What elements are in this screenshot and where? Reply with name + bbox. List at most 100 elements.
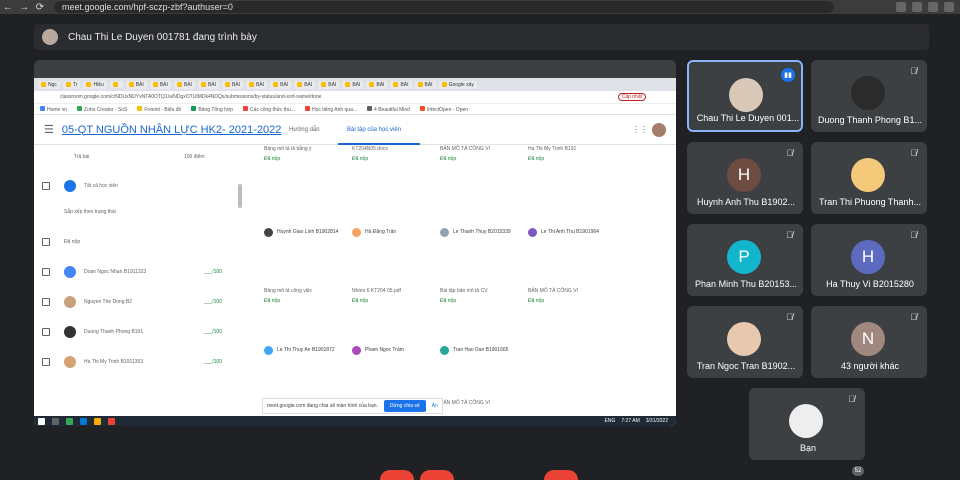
inner-tab bbox=[109, 81, 123, 88]
inner-tab-label: Ngc bbox=[48, 81, 57, 88]
bookmark-label: Freeint - Biểu đồ bbox=[144, 106, 182, 113]
bookmark-item: Home vn bbox=[40, 105, 67, 113]
submission-status: Đã nộp bbox=[528, 156, 545, 162]
inner-tab-label: BÀI bbox=[400, 81, 409, 88]
tab-favicon-icon bbox=[112, 82, 118, 87]
inner-tab: BÀI bbox=[197, 80, 219, 89]
course-title: 05-QT NGUỒN NHÂN LỰC HK2- 2021-2022 bbox=[61, 123, 282, 136]
submission-file: BẢN MÔ TẢ CÔNG VI bbox=[440, 400, 490, 406]
submission-status: Đã nộp bbox=[352, 156, 369, 162]
bookmark-label: Học tiếng Anh qua... bbox=[312, 106, 358, 113]
bookmark-icon bbox=[40, 105, 45, 111]
leave-call-button[interactable] bbox=[544, 470, 578, 480]
bookmark-icon bbox=[137, 105, 143, 111]
tab-favicon-icon bbox=[297, 82, 303, 87]
group-icon bbox=[64, 180, 76, 192]
student-name: Nguyen The Dong B2 bbox=[84, 299, 132, 305]
camera-button[interactable] bbox=[420, 470, 454, 480]
participant-avatar: P bbox=[727, 240, 761, 274]
student-row: Ha Thi My Trinh B1911353 ___/100 bbox=[42, 356, 222, 368]
mic-off-icon: 🎙̸ bbox=[848, 394, 855, 404]
bookmark-label: InfectOpen - Open bbox=[426, 106, 469, 113]
mic-off-icon: 🎙̸ bbox=[910, 66, 917, 76]
tab-favicon-icon bbox=[65, 82, 71, 87]
submission-file: BẢN MÔ TẢ CÔNG VI bbox=[440, 146, 490, 152]
participant-avatar: H bbox=[851, 240, 885, 274]
participant-name: Tran Thi Phuong Thanh... bbox=[819, 197, 921, 207]
participant-tile: P 🎙̸ Phan Minh Thu B20153... bbox=[687, 224, 803, 296]
tab-favicon-icon bbox=[128, 82, 134, 87]
bookmark-icon bbox=[77, 105, 83, 111]
stop-sharing-button: Dừng chia sẻ bbox=[383, 400, 426, 412]
taskbar-date: 3/31/2022 bbox=[645, 418, 668, 424]
back-button[interactable]: ← bbox=[0, 2, 16, 13]
inner-tab: Tr bbox=[62, 80, 81, 89]
address-bar[interactable]: meet.google.com/hpf-sczp-zbf?authuser=0 bbox=[54, 1, 834, 13]
bookmark-icon bbox=[242, 105, 248, 111]
student-row: Duong Thanh Phong B191 ___/100 bbox=[42, 326, 222, 338]
submission-file: Bảng mô tả công việc bbox=[264, 288, 313, 294]
inner-tab: BÀI bbox=[125, 80, 147, 89]
submission-status: Đã nộp bbox=[264, 298, 281, 304]
inner-tab-label: Tr bbox=[72, 81, 78, 88]
student-card-name: Le Thanh Thuy B2015339 bbox=[453, 229, 511, 235]
all-students-label: Tất cả học viên bbox=[84, 183, 118, 189]
participant-avatar bbox=[789, 404, 823, 438]
bookmark-item: 4 Beautiful Mind bbox=[367, 105, 410, 113]
participant-name: Tran Ngoc Tran B1902... bbox=[696, 361, 796, 371]
tab-student-work: Bài tập của học viên bbox=[347, 127, 402, 133]
tab-favicon-icon bbox=[86, 82, 92, 87]
inner-tab: BÀI bbox=[149, 80, 171, 89]
profile-icon[interactable] bbox=[944, 2, 954, 12]
participant-name: Ha Thuy Vi B2015280 bbox=[826, 279, 914, 289]
shared-screen: Ngc Tr Hiệu BÀI BÀI BÀI BÀI BÀI BÀI BÀI BÀI BÀI BÀI B… bbox=[34, 60, 676, 426]
student-avatar bbox=[264, 346, 273, 355]
participant-name: Duong Thanh Phong B1... bbox=[818, 115, 922, 125]
search-icon bbox=[52, 417, 59, 425]
taskbar-time: 7:27 AM bbox=[621, 418, 640, 424]
student-grade: ___/100 bbox=[203, 269, 222, 275]
inner-tab-label: BÀI bbox=[232, 81, 241, 88]
student-card-name: Pham Ngoc Trâm bbox=[365, 347, 404, 353]
inner-tab-label: Google xây bbox=[448, 81, 474, 88]
explorer-icon bbox=[94, 417, 101, 425]
inner-tab-label: BÀI bbox=[256, 81, 265, 88]
student-card-name: Hà Đăng Trân bbox=[365, 229, 397, 235]
hide-button: Ẩn bbox=[431, 403, 438, 409]
student-card-header: Pham Ngoc Trâm bbox=[352, 346, 432, 355]
participant-name: Bạn bbox=[799, 443, 816, 453]
student-panel: Trả bài 100 điểm Tất cả học viên Sắp xếp… bbox=[34, 146, 242, 426]
participant-avatar: N bbox=[851, 322, 885, 356]
presenter-label: Chau Thi Le Duyen 001781 đang trình bày bbox=[68, 31, 257, 43]
inner-tab: BÀI bbox=[390, 80, 412, 89]
reload-button[interactable]: ⟳ bbox=[32, 2, 48, 13]
inner-tab-label: BÀI bbox=[207, 81, 216, 88]
student-card-header: Le Thi Anh Thu B1901964 bbox=[528, 228, 608, 237]
tab-favicon-icon bbox=[41, 82, 46, 87]
bookmarks-bar: Home vn Zoho Creator - SoS Freeint - Biểu … bbox=[34, 104, 676, 115]
student-avatar bbox=[64, 266, 76, 278]
tab-favicon-icon bbox=[441, 82, 447, 87]
extensions-icon[interactable] bbox=[928, 2, 938, 12]
checkbox-icon bbox=[42, 358, 50, 366]
inner-tab: BÀI bbox=[246, 80, 268, 89]
points-select: 100 điểm bbox=[184, 154, 205, 160]
tab-favicon-icon bbox=[200, 82, 206, 87]
forward-button[interactable]: → bbox=[16, 2, 32, 13]
mic-button[interactable] bbox=[380, 470, 414, 480]
inner-tab: BÀI bbox=[318, 80, 340, 89]
student-card-header: Hà Đăng Trân bbox=[352, 228, 432, 237]
bookmark-label: 4 Beautiful Mind bbox=[374, 106, 410, 113]
star-icon[interactable] bbox=[912, 2, 922, 12]
participant-avatar: H bbox=[727, 158, 761, 192]
submission-status: Đã nộp bbox=[440, 298, 457, 304]
student-grade: ___/100 bbox=[203, 359, 222, 365]
student-avatar bbox=[264, 228, 273, 237]
inner-tab-label: BÀI bbox=[352, 81, 361, 88]
student-avatar bbox=[352, 228, 361, 237]
checkbox-icon bbox=[42, 298, 50, 306]
bookmark-item: Zoho Creator - SoS bbox=[77, 105, 127, 113]
inner-tab: BÀI bbox=[222, 80, 244, 89]
share-icon[interactable] bbox=[896, 2, 906, 12]
inner-tab-label: BÀI bbox=[135, 81, 144, 88]
